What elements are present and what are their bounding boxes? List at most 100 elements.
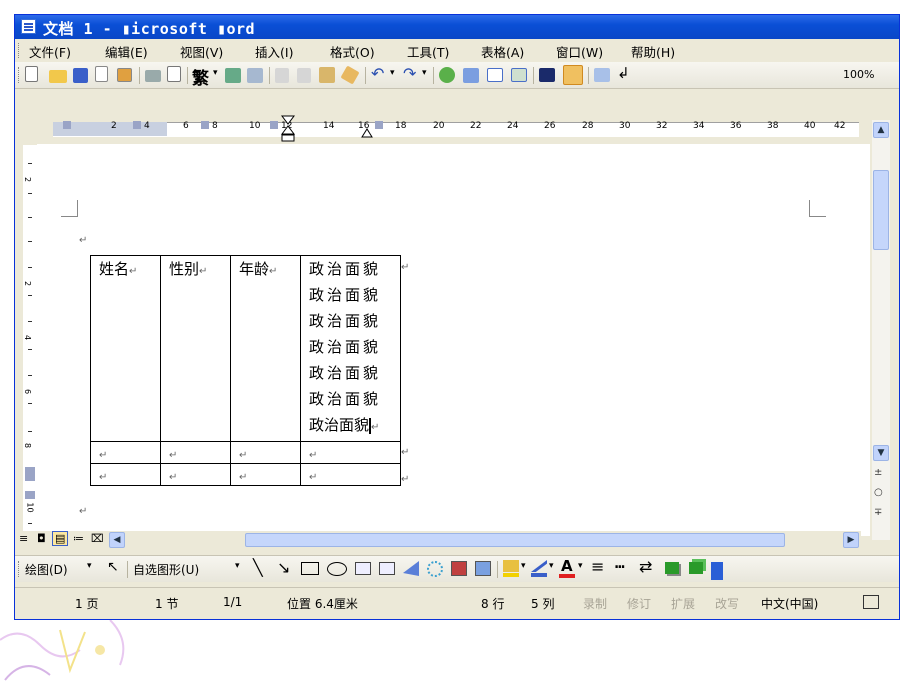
indent-marker-icon[interactable] — [281, 115, 295, 143]
document-page[interactable]: ↵ 姓名↵ 性别↵ 年龄↵ 政治面貌 政治面貌 政治面貌 政治面貌 政治面貌 政… — [37, 144, 870, 536]
vertical-scroll-thumb[interactable] — [873, 170, 889, 250]
menu-file[interactable]: 文件(F) — [29, 42, 71, 61]
paste-icon[interactable] — [319, 67, 335, 83]
drawing-icon[interactable] — [563, 65, 583, 85]
table-cell[interactable]: ↵ — [300, 463, 401, 486]
wordart-icon[interactable] — [403, 561, 419, 576]
dropdown-arrow-icon[interactable]: ▾ — [578, 561, 583, 571]
draw-menu-button[interactable]: 绘图(D) — [25, 561, 68, 578]
outline-view-icon[interactable]: ≔ — [73, 532, 84, 545]
redo-dropdown-icon[interactable]: ▾ — [422, 68, 427, 78]
horizontal-scroll-thumb[interactable] — [245, 533, 785, 547]
email-icon[interactable] — [117, 68, 132, 82]
research-icon[interactable] — [247, 68, 263, 83]
print-icon[interactable] — [145, 70, 161, 82]
format-painter-icon[interactable] — [340, 65, 360, 85]
zoom-box[interactable]: 100% — [843, 68, 874, 81]
permission-icon[interactable] — [95, 66, 108, 82]
menu-tools[interactable]: 工具(T) — [407, 42, 449, 61]
column-marker[interactable] — [63, 121, 71, 129]
column-marker[interactable] — [375, 121, 383, 129]
3d-style-icon[interactable] — [689, 562, 703, 574]
table-cell[interactable]: ↵ — [230, 441, 301, 464]
word-doc-icon[interactable] — [21, 19, 36, 34]
scroll-right-button[interactable]: ▶ — [843, 532, 859, 548]
menu-help[interactable]: 帮助(H) — [631, 42, 675, 61]
autoshapes-button[interactable]: 自选图形(U) — [133, 561, 199, 578]
row-marker[interactable] — [25, 467, 35, 481]
rectangle-tool-icon[interactable] — [301, 562, 319, 575]
table-cell[interactable]: ↵ — [90, 441, 161, 464]
shadow-style-icon[interactable] — [665, 562, 679, 574]
menubar-grip[interactable] — [18, 43, 22, 58]
document-map-icon[interactable] — [594, 68, 610, 82]
copy-icon[interactable] — [297, 68, 311, 83]
vertical-ruler[interactable]: 2 2 4 6 8 10 — [23, 145, 38, 535]
menu-insert[interactable]: 插入(I) — [255, 42, 293, 61]
table-cell[interactable]: 政治面貌 政治面貌 政治面貌 政治面貌 政治面貌 政治面貌 政治面貌 ↵ — [300, 255, 401, 442]
dropdown-arrow-icon[interactable]: ▾ — [549, 561, 554, 571]
insert-table-icon[interactable] — [487, 68, 503, 82]
clipart-icon[interactable] — [451, 561, 467, 576]
column-marker[interactable] — [270, 121, 278, 129]
status-record[interactable]: 录制 — [583, 595, 607, 612]
line-color-icon[interactable] — [531, 560, 547, 572]
dash-style-icon[interactable]: ┅ — [615, 557, 625, 576]
textbox-tool-icon[interactable] — [355, 562, 371, 575]
drawbar-grip[interactable] — [18, 561, 22, 577]
table-cell[interactable]: ↵ — [90, 463, 161, 486]
reading-layout-icon[interactable]: ⌧ — [91, 532, 104, 545]
dropdown-arrow-icon[interactable]: ▾ — [521, 561, 526, 571]
column-marker[interactable] — [201, 121, 209, 129]
horizontal-ruler[interactable]: 2 4 6 8 10 12 14 16 18 20 22 24 26 28 30… — [15, 115, 861, 143]
print-preview-icon[interactable] — [167, 66, 181, 82]
open-folder-icon[interactable] — [49, 70, 67, 83]
undo-icon[interactable]: ↶ — [371, 64, 384, 83]
row-marker[interactable] — [25, 491, 35, 499]
oval-tool-icon[interactable] — [327, 562, 347, 576]
print-layout-icon[interactable]: ▤ — [52, 531, 69, 546]
save-icon[interactable] — [73, 68, 88, 83]
table-cell[interactable]: 年龄↵ — [230, 255, 301, 442]
right-indent-marker-icon[interactable] — [361, 126, 373, 138]
tables-borders-icon[interactable] — [463, 68, 479, 83]
insert-picture-icon[interactable] — [475, 561, 491, 576]
table-cell[interactable]: ↵ — [160, 463, 231, 486]
cut-icon[interactable] — [275, 68, 289, 83]
table-cell[interactable]: ↵ — [160, 441, 231, 464]
arrow-tool-icon[interactable]: ↘ — [277, 558, 290, 577]
arrow-style-icon[interactable]: ⇄ — [639, 557, 652, 576]
columns-icon[interactable] — [539, 68, 555, 82]
dropdown-arrow-icon[interactable]: ▾ — [213, 68, 218, 78]
diagram-icon[interactable] — [427, 561, 443, 577]
new-document-icon[interactable] — [25, 66, 38, 82]
previous-page-icon[interactable]: ± — [874, 467, 882, 478]
table-cell[interactable]: ↵ — [300, 441, 401, 464]
traditional-chinese-button[interactable]: 繁 — [192, 64, 209, 89]
fill-color-icon[interactable] — [503, 560, 519, 572]
status-track-changes[interactable]: 修订 — [627, 595, 651, 612]
hyperlink-icon[interactable] — [439, 67, 455, 83]
next-page-icon[interactable]: ∓ — [874, 507, 882, 518]
status-extend[interactable]: 扩展 — [671, 595, 695, 612]
menu-window[interactable]: 窗口(W) — [556, 42, 603, 61]
spelling-icon[interactable] — [225, 68, 241, 83]
show-hide-icon[interactable]: ↲ — [617, 64, 630, 82]
select-objects-icon[interactable]: ↖ — [107, 559, 119, 575]
undo-dropdown-icon[interactable]: ▾ — [390, 68, 395, 78]
title-bar[interactable]: 文档 1 - ▮icrosoft ▮ord — [15, 15, 899, 39]
line-tool-icon[interactable]: ╲ — [253, 558, 263, 577]
menu-edit[interactable]: 编辑(E) — [105, 42, 148, 61]
toolbar-grip[interactable] — [18, 67, 22, 83]
web-layout-icon[interactable]: ◘ — [37, 532, 46, 545]
scroll-down-button[interactable]: ▼ — [873, 445, 889, 461]
normal-view-icon[interactable]: ≡ — [19, 532, 28, 545]
table-cell[interactable]: 性别↵ — [160, 255, 231, 442]
table-cell[interactable]: 姓名↵ — [90, 255, 161, 442]
status-overtype[interactable]: 改写 — [715, 595, 739, 612]
toolbar-options-icon[interactable] — [711, 562, 723, 580]
scroll-up-button[interactable]: ▲ — [873, 122, 889, 138]
spelling-status-icon[interactable] — [863, 595, 879, 609]
select-browse-object-icon[interactable]: ○ — [874, 487, 883, 498]
dropdown-arrow-icon[interactable]: ▾ — [87, 561, 92, 571]
